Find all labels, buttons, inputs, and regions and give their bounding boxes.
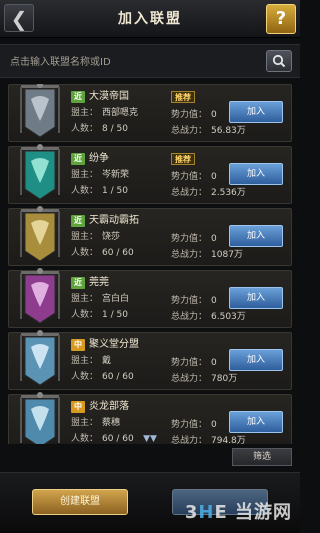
guild-power-value: 势力值： 0 xyxy=(171,358,217,368)
guild-row[interactable]: 近 纷争 盟主： 岑新荣 人数： 1 / 50 推荐 势力值： 0 总战力： 2.536… xyxy=(8,143,292,204)
distance-tag: 近 xyxy=(71,153,85,165)
page-title: 加入联盟 xyxy=(118,11,182,27)
guild-total-power: 总战力： 1087万 xyxy=(171,250,243,260)
guild-name: 炎龙部落 xyxy=(89,401,129,412)
distance-tag: 中 xyxy=(71,339,85,351)
guild-name: 聚义堂分盟 xyxy=(89,339,139,350)
distance-tag: 近 xyxy=(71,91,85,103)
join-button[interactable]: 加入 xyxy=(229,101,283,123)
guild-name: 天霸动霸拓 xyxy=(89,215,139,226)
guild-banner-icon xyxy=(17,267,63,327)
guild-power-value: 势力值： 0 xyxy=(171,172,217,182)
create-guild-button[interactable]: 创建联盟 xyxy=(32,489,128,515)
watermark-logo: 3HE 当游网 xyxy=(184,502,292,523)
guild-total-power: 总战力： 2.536万 xyxy=(171,188,246,198)
back-button[interactable]: ❮ xyxy=(4,4,34,32)
guild-row[interactable]: 近 莞莞 盟主： 宫白白 人数： 1 / 50 势力值： 0 总战力： 6.503万 xyxy=(8,267,292,328)
guild-banner-icon xyxy=(17,329,63,389)
join-button[interactable]: 加入 xyxy=(229,287,283,309)
guild-power-value: 势力值： 0 xyxy=(171,420,217,430)
guild-total-power: 总战力： 794.8万 xyxy=(171,436,246,444)
distance-tag: 近 xyxy=(71,277,85,289)
guild-power-value: 势力值： 0 xyxy=(171,110,217,120)
chevron-down-icon: ▼▼ xyxy=(143,434,157,444)
search-input[interactable] xyxy=(10,51,250,73)
join-button[interactable]: 加入 xyxy=(229,225,283,247)
distance-tag: 中 xyxy=(71,401,85,413)
search-icon xyxy=(272,54,286,68)
guild-banner-icon xyxy=(17,143,63,203)
back-arrow-icon: ❮ xyxy=(10,7,28,31)
guild-total-power: 总战力： 780万 xyxy=(171,374,238,384)
recommend-badge: 推荐 xyxy=(171,91,195,103)
guild-power-value: 势力值： 0 xyxy=(171,234,217,244)
join-button[interactable]: 加入 xyxy=(229,411,283,433)
guild-name: 莞莞 xyxy=(89,277,109,288)
filter-button[interactable]: 筛选 xyxy=(232,448,292,466)
guild-banner-icon xyxy=(17,84,63,141)
guild-row[interactable]: 近 天霸动霸拓 盟主： 饶莎 人数： 60 / 60 势力值： 0 总战力： 1087万 xyxy=(8,205,292,266)
top-bar: ❮ 加入联盟 ? xyxy=(0,0,300,38)
guild-name: 纷争 xyxy=(89,153,109,164)
guild-total-power: 总战力： 6.503万 xyxy=(171,312,246,322)
guild-banner-icon xyxy=(17,205,63,265)
guild-power-value: 势力值： 0 xyxy=(171,296,217,306)
help-button[interactable]: ? xyxy=(266,4,296,34)
guild-row[interactable]: 中 聚义堂分盟 盟主：戴 人数： 60 / 60 势力值： 0 总战力： 780万 xyxy=(8,329,292,390)
join-button[interactable]: 加入 xyxy=(229,349,283,371)
guild-name: 大漠帝国 xyxy=(89,91,129,102)
search-bar xyxy=(0,44,300,78)
guild-total-power: 总战力： 56.83万 xyxy=(171,126,246,136)
guild-banner-icon xyxy=(17,391,63,444)
recommend-badge: 推荐 xyxy=(171,153,195,165)
distance-tag: 近 xyxy=(71,215,85,227)
guild-row[interactable]: 近 大漠帝国 盟主： 西部嗯克 人数： 8 / 50 推荐 势力值： 0 总战力： 56… xyxy=(8,84,292,142)
search-button[interactable] xyxy=(266,50,292,72)
guild-list[interactable]: 近 大漠帝国 盟主： 西部嗯克 人数： 8 / 50 推荐 势力值： 0 总战力： 56… xyxy=(8,84,292,444)
join-button[interactable]: 加入 xyxy=(229,163,283,185)
